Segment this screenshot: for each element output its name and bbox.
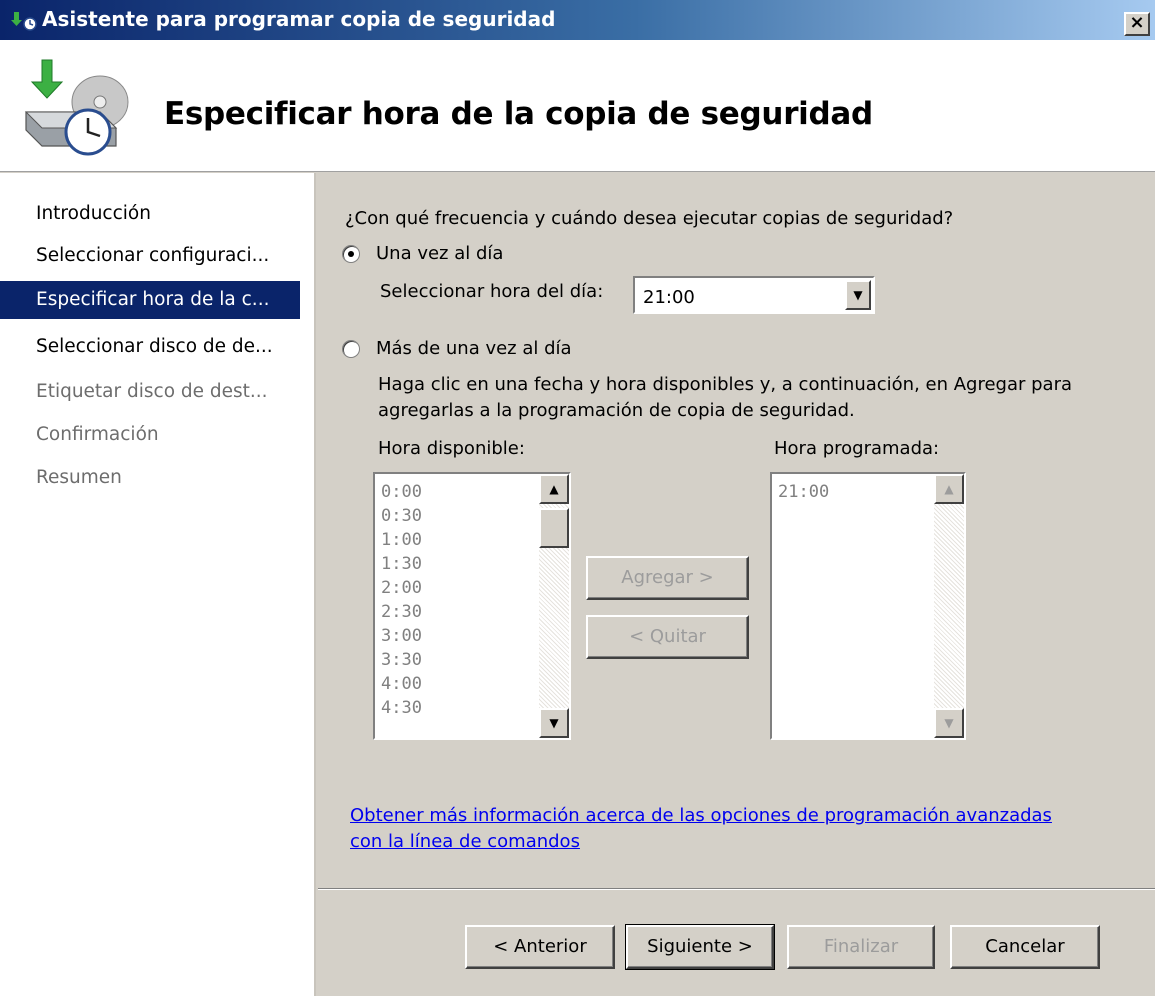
scheduled-times-label: Hora programada:: [774, 438, 940, 459]
wizard-header: Especificar hora de la copia de segurida…: [0, 40, 1155, 172]
dropdown-arrow-icon[interactable]: ▼: [845, 280, 871, 310]
list-item[interactable]: 0:30: [381, 504, 422, 528]
list-item[interactable]: 4:30: [381, 696, 422, 720]
advanced-scheduling-help-link[interactable]: Obtener más información acerca de las op…: [350, 803, 1110, 855]
instructions-line-2: agregarlas a la programación de copia de…: [378, 400, 855, 421]
help-link-line-1[interactable]: Obtener más información acerca de las op…: [350, 803, 1110, 829]
sidebar-item-introduccion[interactable]: Introducción: [0, 195, 300, 233]
available-times-label: Hora disponible:: [378, 438, 525, 459]
scroll-down-icon: ▼: [934, 708, 964, 738]
time-of-day-label: Seleccionar hora del día:: [380, 281, 604, 302]
add-button-label: Agregar >: [621, 567, 714, 588]
back-button[interactable]: < Anterior: [465, 925, 615, 969]
scroll-thumb[interactable]: [539, 508, 569, 548]
list-item[interactable]: 3:30: [381, 648, 422, 672]
multiple-times-label[interactable]: Más de una vez al día: [376, 338, 572, 359]
list-item[interactable]: 21:00: [778, 480, 829, 504]
list-item[interactable]: 1:00: [381, 528, 422, 552]
available-times-list[interactable]: 0:00 0:30 1:00 1:30 2:00 2:30 3:00 3:30 …: [373, 472, 571, 740]
once-a-day-radio[interactable]: [342, 245, 360, 263]
time-of-day-dropdown[interactable]: 21:00 ▼: [633, 276, 875, 314]
scheduled-times-items: 21:00: [778, 480, 829, 504]
cancel-button-label: Cancelar: [985, 936, 1065, 957]
sidebar-item-especificar-hora[interactable]: Especificar hora de la c...: [0, 281, 300, 319]
page-heading: Especificar hora de la copia de segurida…: [164, 96, 873, 132]
instructions-line-1: Haga clic en una fecha y hora disponible…: [378, 374, 1073, 395]
list-item[interactable]: 2:00: [381, 576, 422, 600]
next-button[interactable]: Siguiente >: [625, 924, 775, 970]
frequency-question: ¿Con qué frecuencia y cuándo desea ejecu…: [345, 208, 954, 229]
sidebar-item-seleccionar-configuracion[interactable]: Seleccionar configuraci...: [0, 237, 300, 275]
remove-button-label: < Quitar: [629, 626, 706, 647]
remove-button: < Quitar: [586, 615, 749, 659]
multiple-times-radio[interactable]: [342, 340, 360, 358]
available-times-items: 0:00 0:30 1:00 1:30 2:00 2:30 3:00 3:30 …: [381, 480, 422, 720]
scheduled-times-list[interactable]: 21:00 ▲ ▼: [770, 472, 966, 740]
list-item[interactable]: 4:00: [381, 672, 422, 696]
list-item[interactable]: 1:30: [381, 552, 422, 576]
scroll-up-icon[interactable]: ▲: [539, 474, 569, 504]
scheduled-list-scrollbar: ▲ ▼: [934, 474, 964, 738]
help-link-line-2[interactable]: con la línea de comandos: [350, 829, 1110, 855]
time-of-day-value: 21:00: [643, 287, 695, 308]
list-item[interactable]: 3:00: [381, 624, 422, 648]
finish-button-label: Finalizar: [823, 936, 899, 957]
wizard-steps-sidebar: Introducción Seleccionar configuraci... …: [0, 173, 316, 996]
available-list-scrollbar[interactable]: ▲ ▼: [539, 474, 569, 738]
footer-separator: [318, 888, 1155, 890]
title-bar[interactable]: Asistente para programar copia de seguri…: [0, 0, 1155, 40]
close-button[interactable]: ×: [1124, 12, 1150, 36]
list-item[interactable]: 0:00: [381, 480, 422, 504]
scroll-up-icon: ▲: [934, 474, 964, 504]
sidebar-item-resumen: Resumen: [36, 467, 122, 488]
finish-button: Finalizar: [787, 925, 935, 969]
once-a-day-label[interactable]: Una vez al día: [376, 243, 503, 264]
back-button-label: < Anterior: [493, 936, 587, 957]
sidebar-item-confirmacion: Confirmación: [36, 424, 159, 445]
scroll-down-icon[interactable]: ▼: [539, 708, 569, 738]
next-button-label: Siguiente >: [647, 936, 753, 957]
backup-schedule-icon: [11, 12, 37, 31]
window-title: Asistente para programar copia de seguri…: [42, 7, 556, 31]
cancel-button[interactable]: Cancelar: [950, 925, 1100, 969]
list-item[interactable]: 2:30: [381, 600, 422, 624]
backup-drive-clock-icon: [24, 59, 129, 156]
sidebar-item-etiquetar-disco: Etiquetar disco de dest...: [36, 381, 268, 402]
sidebar-item-seleccionar-disco[interactable]: Seleccionar disco de de...: [0, 328, 300, 366]
add-button: Agregar >: [586, 556, 749, 600]
